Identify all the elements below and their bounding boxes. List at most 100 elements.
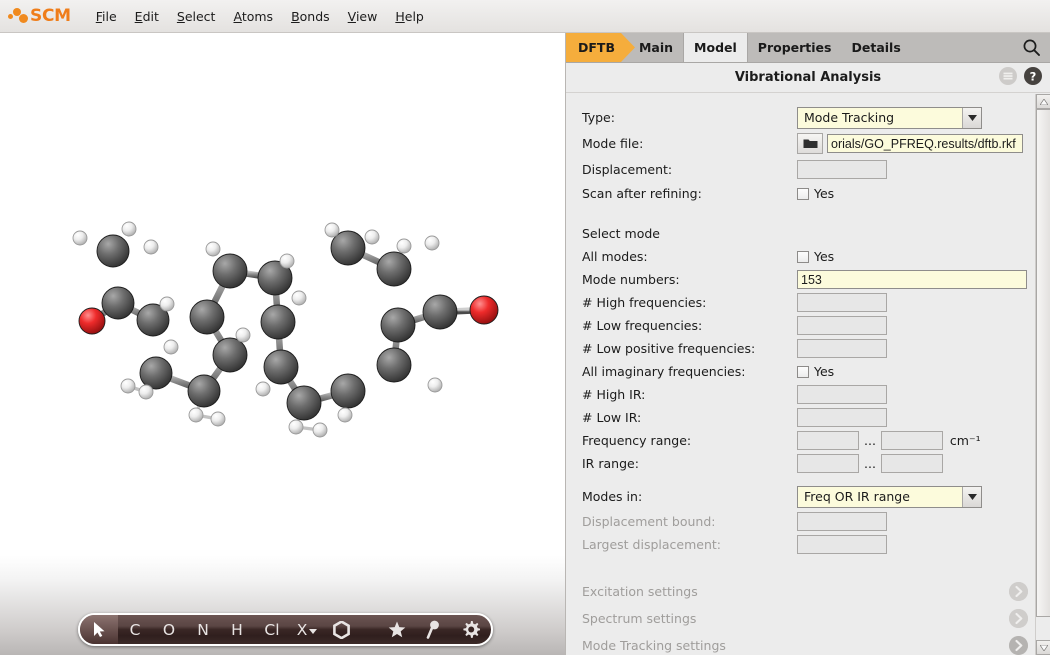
- atom-c[interactable]: [260, 304, 296, 340]
- atom-h[interactable]: [163, 339, 179, 355]
- atom-o[interactable]: [469, 295, 499, 325]
- checkbox-box[interactable]: [797, 187, 809, 200]
- atom-c[interactable]: [286, 385, 322, 421]
- scm-logo[interactable]: SCM: [8, 6, 71, 26]
- menu-bonds[interactable]: Bonds: [282, 6, 339, 27]
- menu-file[interactable]: File: [87, 6, 126, 27]
- chevron-right-icon[interactable]: [1009, 609, 1028, 628]
- atom-c[interactable]: [212, 337, 248, 373]
- atom-c[interactable]: [101, 286, 135, 320]
- atom-h[interactable]: [205, 241, 221, 257]
- atom-c[interactable]: [330, 373, 366, 409]
- tab-model[interactable]: Model: [683, 33, 748, 62]
- atom-c[interactable]: [422, 294, 458, 330]
- all-modes-checkbox[interactable]: Yes: [797, 249, 834, 264]
- low-frequencies-input[interactable]: [797, 316, 887, 335]
- displacement-input[interactable]: [797, 160, 887, 179]
- ring-tool[interactable]: [324, 615, 358, 644]
- chevron-down-icon[interactable]: [962, 107, 981, 128]
- atom-h[interactable]: [396, 238, 412, 254]
- magnifier-tool[interactable]: [415, 615, 451, 644]
- atom-o[interactable]: [78, 307, 106, 335]
- scroll-thumb[interactable]: [1036, 109, 1050, 617]
- atom-h[interactable]: [312, 422, 328, 438]
- atom-c[interactable]: [376, 347, 412, 383]
- settings-tool[interactable]: [451, 615, 491, 644]
- atom-h[interactable]: [210, 411, 226, 427]
- oxygen-tool[interactable]: O: [152, 615, 186, 644]
- checkbox-box[interactable]: [797, 365, 809, 378]
- atom-h[interactable]: [121, 221, 137, 237]
- atom-c[interactable]: [189, 299, 225, 335]
- atom-h[interactable]: [291, 290, 307, 306]
- checkbox-box[interactable]: [797, 250, 809, 263]
- carbon-tool[interactable]: C: [118, 615, 152, 644]
- spectrum-settings-section[interactable]: Spectrum settings: [582, 605, 1036, 632]
- low-ir-input[interactable]: [797, 408, 887, 427]
- scroll-up-button[interactable]: [1036, 94, 1050, 109]
- atom-h[interactable]: [279, 253, 295, 269]
- low-positive-frequencies-input[interactable]: [797, 339, 887, 358]
- atom-h[interactable]: [188, 407, 204, 423]
- chlorine-tool[interactable]: Cl: [254, 615, 290, 644]
- atom-h[interactable]: [324, 222, 340, 238]
- atom-h[interactable]: [288, 419, 304, 435]
- atom-toolbar[interactable]: C O N H Cl X: [78, 613, 493, 646]
- mode-tracking-settings-section[interactable]: Mode Tracking settings: [582, 632, 1036, 655]
- list-menu-icon[interactable]: [999, 67, 1017, 85]
- help-icon[interactable]: ?: [1024, 67, 1042, 85]
- hydrogen-tool[interactable]: H: [220, 615, 254, 644]
- mode-file-input[interactable]: [827, 134, 1023, 153]
- atom-c[interactable]: [380, 307, 416, 343]
- tab-main[interactable]: Main: [629, 33, 683, 62]
- atom-h[interactable]: [138, 384, 154, 400]
- excitation-settings-section[interactable]: Excitation settings: [582, 578, 1036, 605]
- menu-help[interactable]: Help: [386, 6, 433, 27]
- atom-h[interactable]: [427, 377, 443, 393]
- atom-h[interactable]: [364, 229, 380, 245]
- chevron-right-icon[interactable]: [1009, 636, 1028, 655]
- select-cursor-tool[interactable]: [80, 615, 118, 644]
- atom-c[interactable]: [187, 374, 221, 408]
- chevron-right-icon[interactable]: [1009, 582, 1028, 601]
- ir-range-to-input[interactable]: [880, 454, 943, 473]
- ir-range-from-input[interactable]: [797, 454, 859, 473]
- tab-properties[interactable]: Properties: [748, 33, 842, 62]
- search-icon[interactable]: [1023, 33, 1040, 62]
- atom-c[interactable]: [376, 251, 412, 287]
- panel-scrollbar[interactable]: [1035, 94, 1050, 655]
- frequency-range-to-input[interactable]: [880, 431, 943, 450]
- atom-c[interactable]: [96, 234, 130, 268]
- modes-in-select[interactable]: Freq OR IR range: [797, 485, 982, 508]
- menu-atoms[interactable]: Atoms: [224, 6, 282, 27]
- menu-view[interactable]: View: [339, 6, 387, 27]
- atom-h[interactable]: [337, 407, 353, 423]
- high-ir-input[interactable]: [797, 385, 887, 404]
- atom-h[interactable]: [120, 378, 136, 394]
- atom-h[interactable]: [255, 381, 271, 397]
- nitrogen-tool[interactable]: N: [186, 615, 220, 644]
- atom-c[interactable]: [212, 253, 248, 289]
- molecule-viewport[interactable]: C O N H Cl X: [0, 33, 565, 655]
- type-select[interactable]: Mode Tracking: [797, 106, 982, 129]
- scan-after-refining-checkbox[interactable]: Yes: [797, 186, 834, 201]
- frequency-range-from-input[interactable]: [797, 431, 859, 450]
- all-imaginary-frequencies-checkbox[interactable]: Yes: [797, 364, 834, 379]
- atom-h[interactable]: [159, 296, 175, 312]
- atom-h[interactable]: [235, 327, 251, 343]
- atom-h[interactable]: [72, 230, 88, 246]
- high-frequencies-input[interactable]: [797, 293, 887, 312]
- favorites-tool[interactable]: [379, 615, 415, 644]
- tab-details[interactable]: Details: [841, 33, 910, 62]
- atom-c[interactable]: [263, 349, 299, 385]
- chevron-down-icon[interactable]: [962, 486, 981, 507]
- browse-button[interactable]: [797, 133, 823, 154]
- tab-dftb[interactable]: DFTB: [566, 33, 635, 62]
- menu-select[interactable]: Select: [168, 6, 225, 27]
- mode-numbers-input[interactable]: [797, 270, 1027, 289]
- custom-element-tool[interactable]: X: [290, 615, 324, 644]
- scroll-down-button[interactable]: [1036, 640, 1050, 655]
- atom-h[interactable]: [424, 235, 440, 251]
- menu-edit[interactable]: Edit: [126, 6, 168, 27]
- atom-h[interactable]: [143, 239, 159, 255]
